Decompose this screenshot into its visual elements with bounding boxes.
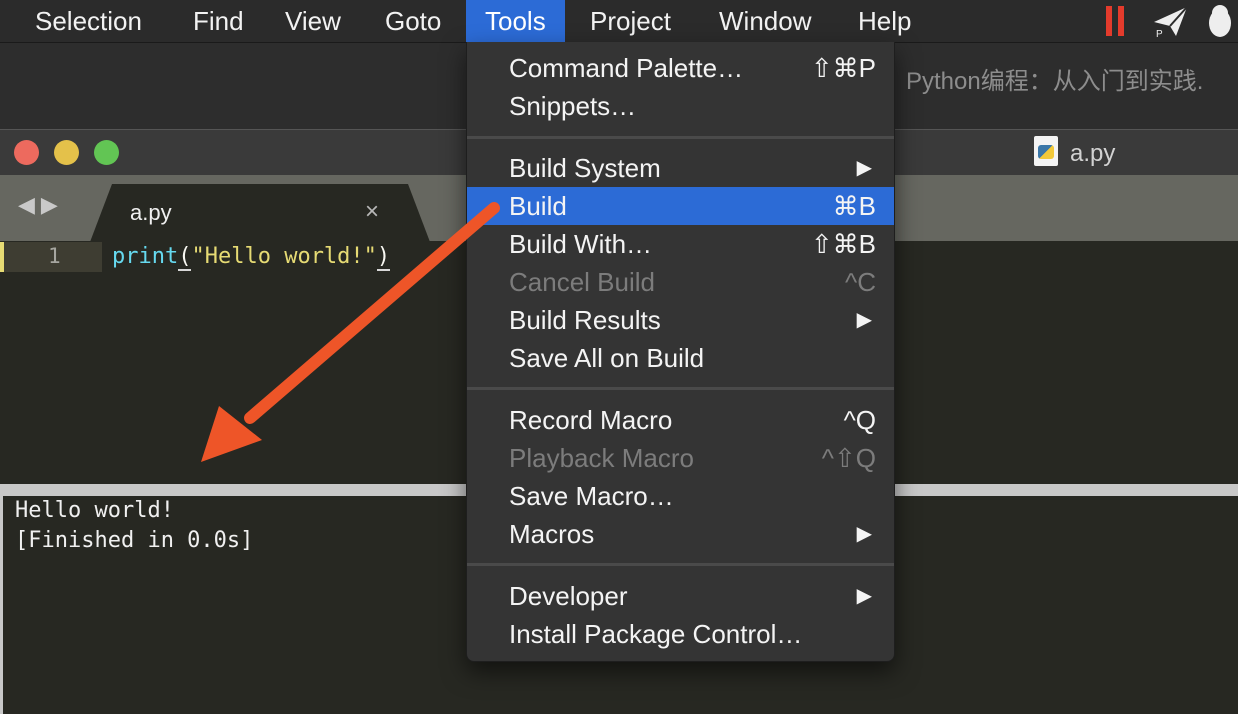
pause-icon[interactable] bbox=[1102, 4, 1128, 38]
tab-nav-arrows-icon[interactable]: ◀▶ bbox=[18, 192, 64, 218]
menu-item-shortcut: ^⇧Q bbox=[821, 443, 876, 473]
menu-item-label: Snippets… bbox=[509, 91, 637, 121]
menu-item-build-system[interactable]: Build System ▶ bbox=[467, 149, 894, 187]
menu-item-save-macro[interactable]: Save Macro… bbox=[467, 477, 894, 515]
menu-selection[interactable]: Selection bbox=[35, 0, 142, 42]
menu-tools[interactable]: Tools bbox=[466, 0, 565, 42]
menu-item-label: Install Package Control… bbox=[509, 619, 803, 649]
submenu-arrow-icon: ▶ bbox=[856, 309, 872, 331]
menu-item-label: Build bbox=[509, 191, 567, 221]
menu-separator bbox=[467, 387, 894, 390]
line-number: 1 bbox=[48, 244, 61, 268]
menu-item-cancel-build: Cancel Build ^C bbox=[467, 263, 894, 301]
menu-item-label: Save Macro… bbox=[509, 481, 674, 511]
tools-menu: Command Palette… ⇧⌘P Snippets… Build Sys… bbox=[466, 42, 895, 662]
menu-item-label: Build System bbox=[509, 153, 661, 183]
output-line: Hello world! bbox=[15, 498, 174, 523]
code-line[interactable]: print("Hello world!") bbox=[112, 244, 391, 271]
menu-item-label: Save All on Build bbox=[509, 343, 705, 373]
submenu-arrow-icon: ▶ bbox=[856, 157, 872, 179]
zoom-window-button[interactable] bbox=[94, 140, 119, 165]
menu-item-label: Macros bbox=[509, 519, 595, 549]
svg-text:P: P bbox=[1156, 29, 1163, 38]
menu-item-label: Playback Macro bbox=[509, 443, 694, 473]
menu-item-build-results[interactable]: Build Results ▶ bbox=[467, 301, 894, 339]
menu-item-save-all-on-build[interactable]: Save All on Build bbox=[467, 339, 894, 377]
background-window-title: Python编程：从入门到实践. bbox=[906, 68, 1204, 95]
menu-item-build[interactable]: Build ⌘B bbox=[467, 187, 894, 225]
menu-item-shortcut: ⇧⌘B bbox=[810, 229, 876, 259]
menu-separator bbox=[467, 563, 894, 566]
output-line: [Finished in 0.0s] bbox=[15, 528, 254, 553]
menu-item-shortcut: ^C bbox=[845, 267, 876, 297]
menu-view[interactable]: View bbox=[285, 0, 341, 42]
menu-item-label: Command Palette… bbox=[509, 53, 744, 83]
menu-help[interactable]: Help bbox=[858, 0, 911, 42]
close-window-button[interactable] bbox=[14, 140, 39, 165]
menu-item-shortcut: ⌘B bbox=[832, 191, 876, 221]
menu-item-install-package-control[interactable]: Install Package Control… bbox=[467, 615, 894, 653]
menu-goto[interactable]: Goto bbox=[385, 0, 441, 42]
menu-item-command-palette[interactable]: Command Palette… ⇧⌘P bbox=[467, 49, 894, 87]
menu-item-label: Record Macro bbox=[509, 405, 673, 435]
menu-project[interactable]: Project bbox=[590, 0, 671, 42]
menu-find[interactable]: Find bbox=[193, 0, 244, 42]
menu-item-build-with[interactable]: Build With… ⇧⌘B bbox=[467, 225, 894, 263]
menu-separator bbox=[467, 136, 894, 139]
python-file-icon bbox=[1034, 136, 1058, 166]
paper-plane-icon[interactable]: P bbox=[1152, 4, 1190, 38]
menu-item-label: Cancel Build bbox=[509, 267, 655, 297]
code-function: print bbox=[112, 244, 179, 269]
submenu-arrow-icon: ▶ bbox=[856, 585, 872, 607]
menu-item-record-macro[interactable]: Record Macro ^Q bbox=[467, 401, 894, 439]
menu-item-shortcut: ^Q bbox=[843, 405, 876, 435]
window-title: a.py bbox=[1070, 140, 1116, 167]
code-string: "Hello world!" bbox=[191, 244, 377, 269]
minimize-window-button[interactable] bbox=[54, 140, 79, 165]
menu-item-shortcut: ⇧⌘P bbox=[810, 53, 876, 83]
menu-window[interactable]: Window bbox=[719, 0, 811, 42]
tab-close-icon[interactable]: × bbox=[365, 198, 379, 226]
menu-item-label: Build With… bbox=[509, 229, 653, 259]
submenu-arrow-icon: ▶ bbox=[856, 523, 872, 545]
menu-item-playback-macro: Playback Macro ^⇧Q bbox=[467, 439, 894, 477]
code-paren-close: ) bbox=[376, 244, 391, 271]
code-paren-open: ( bbox=[178, 244, 192, 271]
menu-item-developer[interactable]: Developer ▶ bbox=[467, 577, 894, 615]
menu-item-label: Build Results bbox=[509, 305, 661, 335]
qq-penguin-icon[interactable] bbox=[1205, 4, 1235, 38]
menu-item-macros[interactable]: Macros ▶ bbox=[467, 515, 894, 553]
tab-label[interactable]: a.py bbox=[130, 200, 172, 226]
menu-item-label: Developer bbox=[509, 581, 628, 611]
menu-bar: Selection Find View Goto Tools Project W… bbox=[0, 0, 1238, 43]
menu-item-snippets[interactable]: Snippets… bbox=[467, 87, 894, 125]
